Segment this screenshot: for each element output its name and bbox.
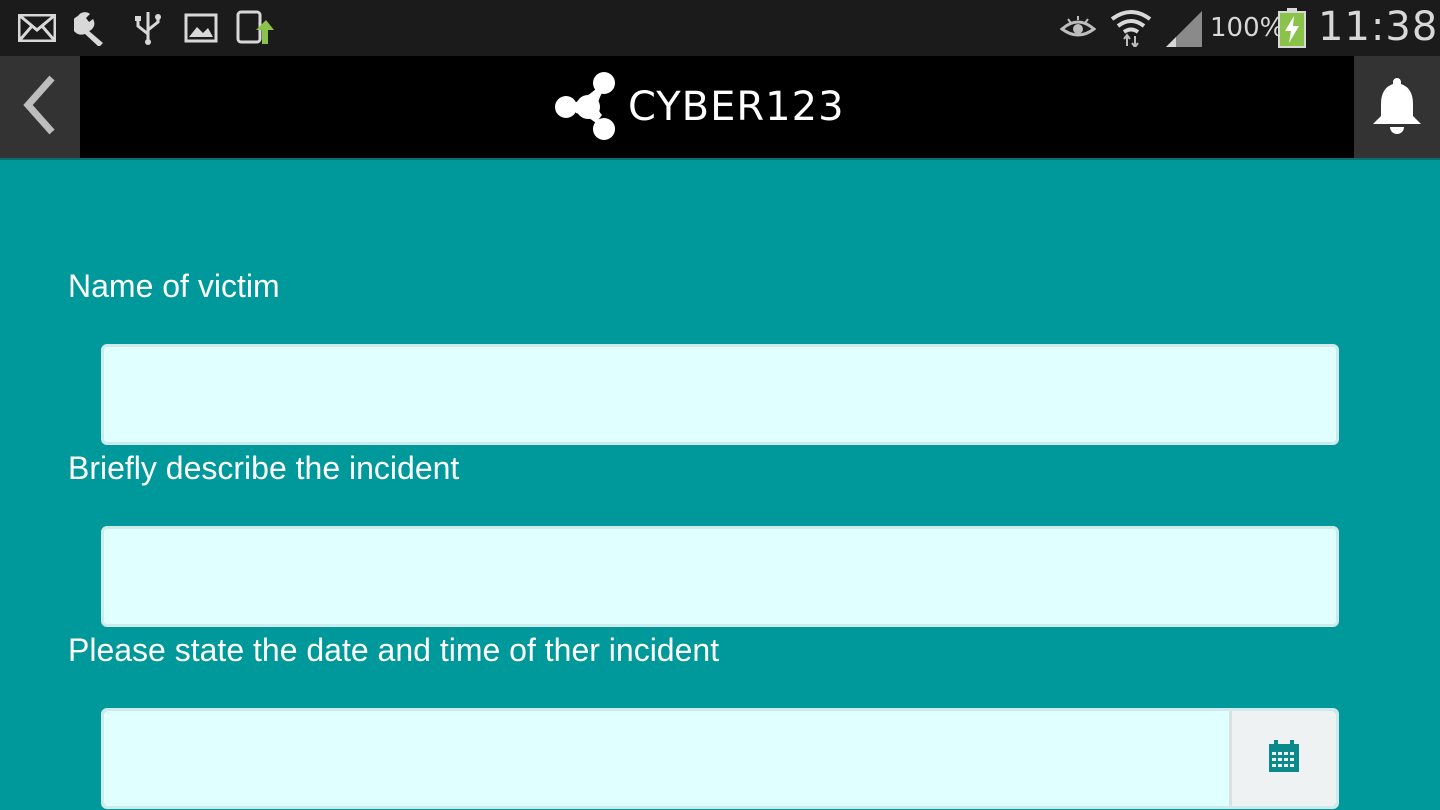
- usb-icon: [134, 10, 162, 46]
- wrench-icon: [74, 10, 114, 46]
- eye-icon: [1060, 10, 1096, 46]
- cyber-logo-icon: [552, 69, 620, 146]
- logo-text: CYBER123: [628, 84, 845, 130]
- app-logo: CYBER123: [552, 70, 845, 144]
- chevron-left-icon: [22, 74, 58, 141]
- battery-charging-icon: [1278, 8, 1306, 48]
- upload-icon: [236, 10, 274, 46]
- wifi-icon: [1110, 10, 1152, 47]
- calendar-button[interactable]: [1229, 711, 1336, 806]
- mail-icon: [18, 10, 56, 46]
- back-button[interactable]: [0, 56, 80, 158]
- status-bar: 100% 11:38: [0, 0, 1440, 56]
- incident-datetime-label: Please state the date and time of ther i…: [68, 632, 720, 668]
- image-icon: [184, 10, 218, 46]
- calendar-icon: [1268, 739, 1300, 778]
- signal-icon: [1164, 10, 1204, 47]
- victim-name-input[interactable]: [101, 344, 1339, 445]
- battery-percentage: 100%: [1210, 13, 1285, 43]
- incident-datetime-group: [101, 708, 1339, 809]
- app-bar: CYBER123: [0, 56, 1440, 160]
- bell-icon: [1369, 74, 1425, 141]
- clock: 11:38: [1318, 4, 1439, 50]
- incident-description-input[interactable]: [101, 526, 1339, 627]
- notification-button[interactable]: [1354, 56, 1440, 158]
- incident-description-label: Briefly describe the incident: [68, 450, 460, 486]
- incident-datetime-input[interactable]: [104, 711, 1229, 806]
- victim-name-label: Name of victim: [68, 268, 280, 304]
